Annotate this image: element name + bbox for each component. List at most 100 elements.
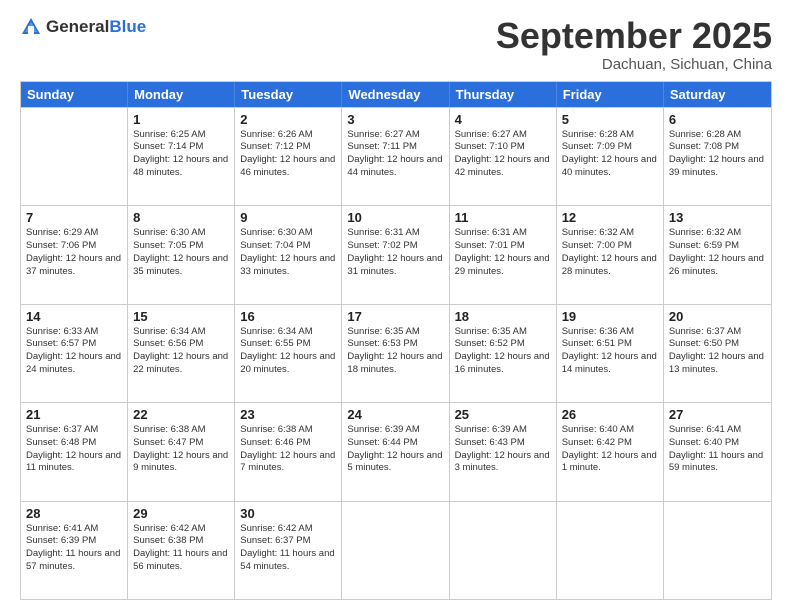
day-number: 27 <box>669 407 766 422</box>
day-info: Sunrise: 6:40 AMSunset: 6:42 PMDaylight:… <box>562 424 658 475</box>
day-number: 11 <box>455 210 551 225</box>
calendar-cell <box>664 502 771 599</box>
calendar-cell: 9Sunrise: 6:30 AMSunset: 7:04 PMDaylight… <box>235 206 342 303</box>
day-info: Sunrise: 6:35 AMSunset: 6:52 PMDaylight:… <box>455 326 551 377</box>
calendar-cell: 24 Sunrise: 6:39 AMSunset: 6:44 PMDayligh… <box>342 403 449 500</box>
day-info: Sunrise: 6:32 AMSunset: 6:59 PMDaylight:… <box>669 227 766 278</box>
location: Dachuan, Sichuan, China <box>496 56 772 73</box>
day-info: Sunrise: 6:41 AMSunset: 6:39 PMDaylight:… <box>26 523 122 574</box>
calendar-row-4: 21 Sunrise: 6:37 AMSunset: 6:48 PMDayligh… <box>21 402 771 500</box>
day-info: Sunrise: 6:32 AMSunset: 7:00 PMDaylight:… <box>562 227 658 278</box>
header-day-sunday: Sunday <box>21 82 128 107</box>
calendar-row-1: 1 Sunrise: 6:25 AMSunset: 7:14 PMDaylight… <box>21 107 771 205</box>
calendar-cell: 8 Sunrise: 6:30 AMSunset: 7:05 PMDaylight… <box>128 206 235 303</box>
day-number: 8 <box>133 210 229 225</box>
day-info: Sunrise: 6:39 AMSunset: 6:43 PMDaylight:… <box>455 424 551 475</box>
day-number: 21 <box>26 407 122 422</box>
day-number: 12 <box>562 210 658 225</box>
day-info: Sunrise: 6:38 AMSunset: 6:46 PMDaylight:… <box>240 424 336 475</box>
day-number: 17 <box>347 309 443 324</box>
calendar-cell: 3 Sunrise: 6:27 AMSunset: 7:11 PMDaylight… <box>342 108 449 205</box>
day-info: Sunrise: 6:31 AMSunset: 7:02 PMDaylight:… <box>347 227 443 278</box>
day-info: Sunrise: 6:34 AMSunset: 6:55 PMDaylight:… <box>240 326 336 377</box>
day-number: 4 <box>455 112 551 127</box>
day-info: Sunrise: 6:33 AMSunset: 6:57 PMDaylight:… <box>26 326 122 377</box>
header-day-tuesday: Tuesday <box>235 82 342 107</box>
calendar-cell: 13Sunrise: 6:32 AMSunset: 6:59 PMDayligh… <box>664 206 771 303</box>
day-number: 3 <box>347 112 443 127</box>
calendar-cell: 26Sunrise: 6:40 AMSunset: 6:42 PMDayligh… <box>557 403 664 500</box>
header-day-monday: Monday <box>128 82 235 107</box>
logo-icon <box>20 16 42 38</box>
calendar-cell: 25 Sunrise: 6:39 AMSunset: 6:43 PMDayligh… <box>450 403 557 500</box>
calendar-cell: 29 Sunrise: 6:42 AMSunset: 6:38 PMDayligh… <box>128 502 235 599</box>
day-info: Sunrise: 6:27 AMSunset: 7:10 PMDaylight:… <box>455 129 551 180</box>
day-info: Sunrise: 6:30 AMSunset: 7:05 PMDaylight:… <box>133 227 229 278</box>
day-number: 24 <box>347 407 443 422</box>
calendar-cell <box>21 108 128 205</box>
day-info: Sunrise: 6:35 AMSunset: 6:53 PMDaylight:… <box>347 326 443 377</box>
calendar-cell: 11 Sunrise: 6:31 AMSunset: 7:01 PMDayligh… <box>450 206 557 303</box>
day-info: Sunrise: 6:28 AMSunset: 7:09 PMDaylight:… <box>562 129 658 180</box>
calendar-cell: 1 Sunrise: 6:25 AMSunset: 7:14 PMDaylight… <box>128 108 235 205</box>
calendar-cell <box>342 502 449 599</box>
calendar-header: SundayMondayTuesdayWednesdayThursdayFrid… <box>21 82 771 107</box>
calendar-cell: 22Sunrise: 6:38 AMSunset: 6:47 PMDayligh… <box>128 403 235 500</box>
day-info: Sunrise: 6:31 AMSunset: 7:01 PMDaylight:… <box>455 227 551 278</box>
header-day-thursday: Thursday <box>450 82 557 107</box>
day-number: 19 <box>562 309 658 324</box>
calendar-cell: 23 Sunrise: 6:38 AMSunset: 6:46 PMDayligh… <box>235 403 342 500</box>
calendar-cell: 15 Sunrise: 6:34 AMSunset: 6:56 PMDayligh… <box>128 305 235 402</box>
month-title: September 2025 <box>496 16 772 56</box>
header-day-saturday: Saturday <box>664 82 771 107</box>
page: GeneralBlue September 2025 Dachuan, Sich… <box>0 0 792 612</box>
logo: GeneralBlue <box>20 16 146 38</box>
calendar-cell: 16 Sunrise: 6:34 AMSunset: 6:55 PMDayligh… <box>235 305 342 402</box>
day-number: 1 <box>133 112 229 127</box>
day-info: Sunrise: 6:29 AMSunset: 7:06 PMDaylight:… <box>26 227 122 278</box>
day-number: 16 <box>240 309 336 324</box>
day-info: Sunrise: 6:41 AMSunset: 6:40 PMDaylight:… <box>669 424 766 475</box>
calendar-row-3: 14 Sunrise: 6:33 AMSunset: 6:57 PMDayligh… <box>21 304 771 402</box>
day-number: 10 <box>347 210 443 225</box>
day-info: Sunrise: 6:42 AMSunset: 6:37 PMDaylight:… <box>240 523 336 574</box>
day-info: Sunrise: 6:37 AMSunset: 6:48 PMDaylight:… <box>26 424 122 475</box>
calendar-cell: 6Sunrise: 6:28 AMSunset: 7:08 PMDaylight… <box>664 108 771 205</box>
calendar-cell: 18 Sunrise: 6:35 AMSunset: 6:52 PMDayligh… <box>450 305 557 402</box>
day-info: Sunrise: 6:37 AMSunset: 6:50 PMDaylight:… <box>669 326 766 377</box>
calendar-cell: 10 Sunrise: 6:31 AMSunset: 7:02 PMDayligh… <box>342 206 449 303</box>
calendar-cell: 28 Sunrise: 6:41 AMSunset: 6:39 PMDayligh… <box>21 502 128 599</box>
day-number: 18 <box>455 309 551 324</box>
calendar-cell: 20 Sunrise: 6:37 AMSunset: 6:50 PMDayligh… <box>664 305 771 402</box>
calendar-row-2: 7 Sunrise: 6:29 AMSunset: 7:06 PMDaylight… <box>21 205 771 303</box>
day-number: 28 <box>26 506 122 521</box>
day-info: Sunrise: 6:38 AMSunset: 6:47 PMDaylight:… <box>133 424 229 475</box>
day-number: 15 <box>133 309 229 324</box>
day-info: Sunrise: 6:42 AMSunset: 6:38 PMDaylight:… <box>133 523 229 574</box>
day-info: Sunrise: 6:25 AMSunset: 7:14 PMDaylight:… <box>133 129 229 180</box>
calendar-cell: 19Sunrise: 6:36 AMSunset: 6:51 PMDayligh… <box>557 305 664 402</box>
calendar-cell: 12 Sunrise: 6:32 AMSunset: 7:00 PMDayligh… <box>557 206 664 303</box>
title-block: September 2025 Dachuan, Sichuan, China <box>496 16 772 73</box>
day-info: Sunrise: 6:28 AMSunset: 7:08 PMDaylight:… <box>669 129 766 180</box>
day-number: 25 <box>455 407 551 422</box>
calendar-body: 1 Sunrise: 6:25 AMSunset: 7:14 PMDaylight… <box>21 107 771 599</box>
day-info: Sunrise: 6:27 AMSunset: 7:11 PMDaylight:… <box>347 129 443 180</box>
logo-general: General <box>46 17 109 36</box>
calendar-row-5: 28 Sunrise: 6:41 AMSunset: 6:39 PMDayligh… <box>21 501 771 599</box>
day-info: Sunrise: 6:39 AMSunset: 6:44 PMDaylight:… <box>347 424 443 475</box>
logo-blue: Blue <box>109 17 146 36</box>
calendar: SundayMondayTuesdayWednesdayThursdayFrid… <box>20 81 772 600</box>
day-number: 29 <box>133 506 229 521</box>
day-number: 20 <box>669 309 766 324</box>
header-day-friday: Friday <box>557 82 664 107</box>
day-number: 7 <box>26 210 122 225</box>
day-number: 14 <box>26 309 122 324</box>
header: GeneralBlue September 2025 Dachuan, Sich… <box>20 16 772 73</box>
calendar-cell: 21 Sunrise: 6:37 AMSunset: 6:48 PMDayligh… <box>21 403 128 500</box>
calendar-cell: 5 Sunrise: 6:28 AMSunset: 7:09 PMDaylight… <box>557 108 664 205</box>
calendar-cell <box>557 502 664 599</box>
day-number: 5 <box>562 112 658 127</box>
day-number: 23 <box>240 407 336 422</box>
day-info: Sunrise: 6:34 AMSunset: 6:56 PMDaylight:… <box>133 326 229 377</box>
